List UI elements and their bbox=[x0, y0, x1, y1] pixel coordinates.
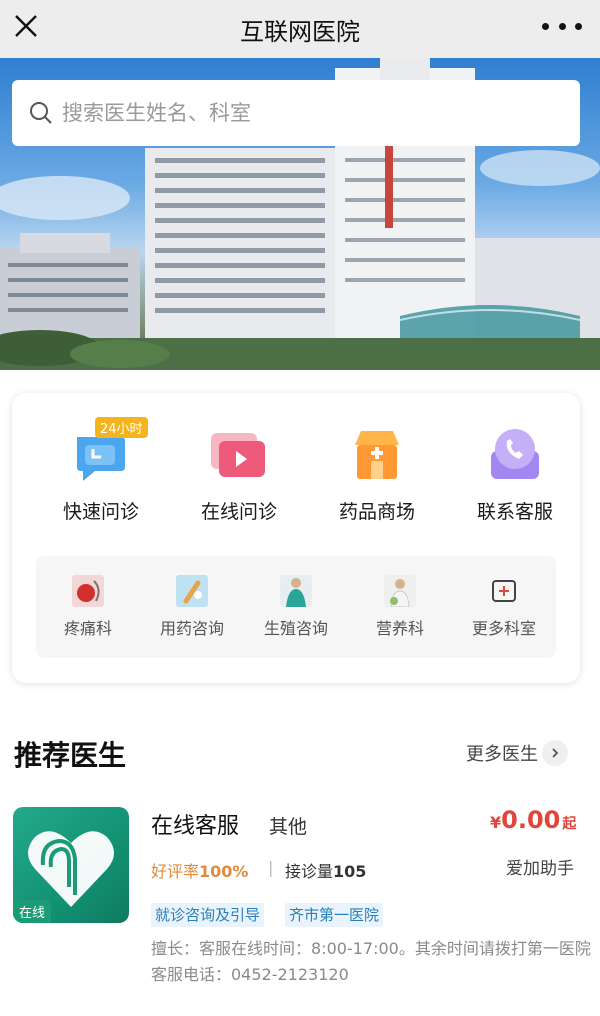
divider: | bbox=[268, 858, 274, 877]
dept-reproductive[interactable]: 生殖咨询 bbox=[246, 575, 346, 639]
pharmacy-store-icon bbox=[355, 431, 399, 479]
services-card: 24小时 快速问诊 在线问诊 药品商场 联系客服 疼痛科 用药咨询 生殖咨询 营… bbox=[12, 393, 580, 683]
dept-more[interactable]: 更多科室 bbox=[454, 575, 554, 639]
phone-icon bbox=[491, 429, 539, 479]
chevron-right-icon bbox=[542, 740, 568, 766]
dept-pain[interactable]: 疼痛科 bbox=[38, 575, 138, 639]
more-doctors-link[interactable]: 更多医生 bbox=[466, 740, 568, 766]
online-consult-button[interactable]: 在线问诊 bbox=[175, 423, 303, 524]
search-icon bbox=[30, 102, 52, 124]
doctor-rating: 好评率100% bbox=[151, 862, 249, 881]
pharmacy-label: 药品商场 bbox=[338, 501, 415, 523]
video-play-icon bbox=[211, 433, 265, 477]
more-menu-icon[interactable] bbox=[542, 14, 582, 38]
department-row: 疼痛科 用药咨询 生殖咨询 营养科 更多科室 bbox=[36, 556, 556, 658]
title-bar: 互联网医院 bbox=[0, 0, 600, 58]
online-status-tag: 在线 bbox=[13, 900, 52, 923]
doctor-visits: 接诊量105 bbox=[285, 862, 367, 881]
quick-consult-label: 快速问诊 bbox=[62, 501, 139, 523]
dept-reproductive-label: 生殖咨询 bbox=[263, 619, 328, 638]
doctor-tag-guidance: 就诊咨询及引导 bbox=[151, 903, 265, 927]
doctor-price: ¥0.00 起 bbox=[490, 806, 577, 834]
pain-dept-icon bbox=[72, 575, 104, 607]
recommend-title: 推荐医生 bbox=[14, 739, 127, 772]
contact-service-label: 联系客服 bbox=[476, 501, 553, 523]
dept-medication-label: 用药咨询 bbox=[159, 619, 224, 638]
page-title: 互联网医院 bbox=[240, 17, 360, 46]
pharmacy-button[interactable]: 药品商场 bbox=[313, 423, 441, 524]
reproductive-icon bbox=[280, 575, 312, 607]
dept-nutrition[interactable]: 营养科 bbox=[350, 575, 450, 639]
search-bar[interactable] bbox=[12, 80, 580, 146]
online-consult-label: 在线问诊 bbox=[200, 501, 277, 523]
dept-pain-label: 疼痛科 bbox=[63, 619, 112, 638]
contact-service-button[interactable]: 联系客服 bbox=[451, 423, 579, 524]
doctor-name[interactable]: 在线客服 bbox=[151, 808, 239, 840]
doctor-dept: 其他 bbox=[269, 816, 308, 838]
search-input[interactable] bbox=[62, 101, 542, 125]
more-plus-icon bbox=[492, 580, 516, 602]
more-doctors-label: 更多医生 bbox=[466, 744, 538, 765]
dept-more-label: 更多科室 bbox=[471, 619, 536, 638]
medication-icon bbox=[176, 575, 208, 607]
doctor-description: 擅长：客服在线时间：8:00-17:00。其余时间请拨打第一医院客服电话：045… bbox=[151, 939, 591, 984]
nutrition-icon bbox=[384, 575, 416, 607]
dept-nutrition-label: 营养科 bbox=[375, 619, 424, 638]
quick-consult-button[interactable]: 24小时 快速问诊 bbox=[37, 417, 165, 524]
doctor-avatar[interactable]: 在线 bbox=[13, 807, 129, 923]
doctor-helper: 爱加助手 bbox=[506, 859, 574, 879]
close-icon[interactable] bbox=[8, 8, 48, 48]
dept-medication[interactable]: 用药咨询 bbox=[142, 575, 242, 639]
24h-badge: 24小时 bbox=[95, 417, 148, 438]
doctor-tag-hospital: 齐市第一医院 bbox=[285, 903, 384, 927]
